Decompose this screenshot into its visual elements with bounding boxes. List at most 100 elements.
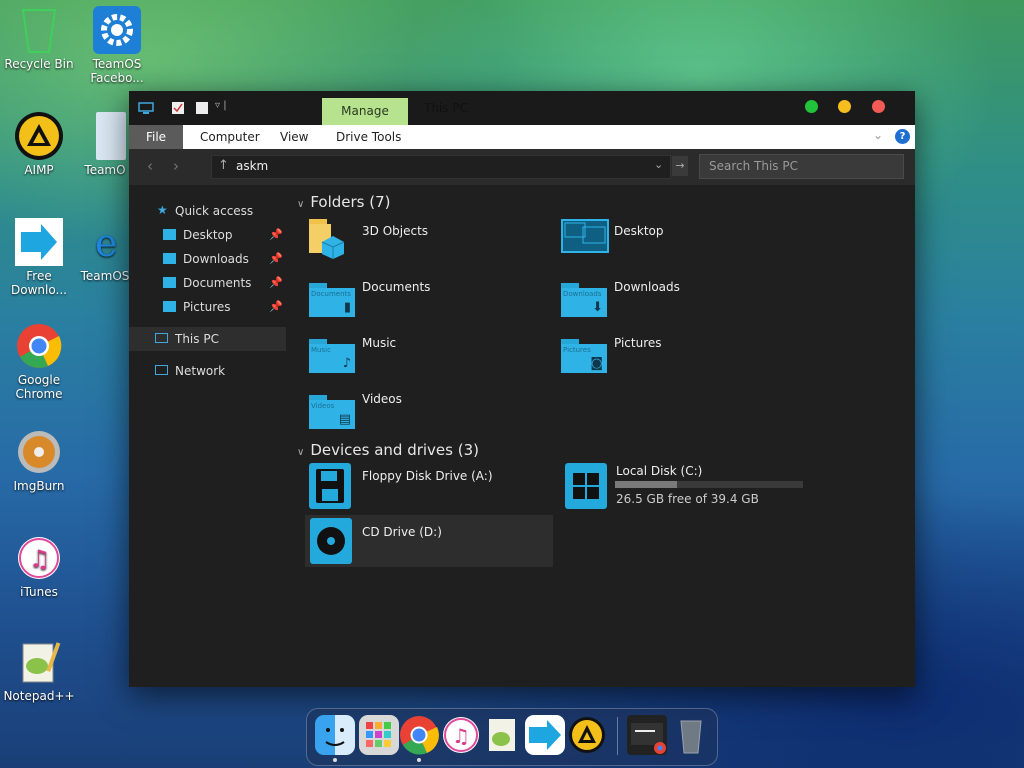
desktop-icon-teamo[interactable]: TeamO bbox=[78, 112, 132, 177]
drive-local-c[interactable]: Local Disk (C:) 26.5 GB free of 39.4 GB bbox=[561, 459, 841, 513]
tab-manage[interactable]: Manage bbox=[322, 98, 408, 125]
item-label: 3D Objects bbox=[362, 224, 429, 238]
customize-quick-access-icon[interactable]: ▿ | bbox=[215, 100, 227, 114]
search-field[interactable]: Search This PC bbox=[699, 154, 904, 179]
pin-icon[interactable]: 📌 bbox=[269, 300, 283, 313]
nav-item-pictures[interactable]: Pictures 📌 bbox=[129, 295, 287, 319]
drive-cd-d[interactable]: CD Drive (D:) bbox=[305, 515, 553, 567]
aimp-icon[interactable] bbox=[567, 715, 607, 755]
desktop-icon-itunes[interactable]: ♫ iTunes bbox=[0, 534, 78, 599]
launchpad-icon[interactable] bbox=[359, 715, 399, 755]
item-label: Downloads bbox=[614, 280, 680, 294]
desktop-icon-free-download[interactable]: Free Downlo... bbox=[0, 218, 78, 297]
nav-item-documents[interactable]: Documents 📌 bbox=[129, 271, 287, 295]
back-button[interactable]: ‹ bbox=[147, 157, 153, 175]
nav-label: This PC bbox=[175, 332, 219, 346]
computer-icon[interactable] bbox=[138, 101, 154, 115]
tab-drive-tools[interactable]: Drive Tools bbox=[332, 125, 405, 149]
film-glyph-icon: ▤ bbox=[338, 412, 351, 427]
drive-floppy-a[interactable]: Floppy Disk Drive (A:) bbox=[309, 459, 559, 513]
desktop-icon-notepad-plus-plus[interactable]: Notepad++ bbox=[0, 638, 78, 703]
desktop-icon-label: iTunes bbox=[20, 585, 58, 599]
group-title: Devices and drives (3) bbox=[310, 441, 479, 459]
navigation-pane: ★ Quick access Desktop 📌 Downloads 📌 Doc… bbox=[129, 185, 289, 687]
help-icon[interactable]: ? bbox=[895, 129, 910, 144]
cd-icon bbox=[310, 518, 352, 564]
finder-icon[interactable] bbox=[315, 715, 355, 755]
pin-icon[interactable]: 📌 bbox=[269, 228, 283, 241]
running-indicator bbox=[333, 758, 337, 762]
free-download-manager-icon bbox=[15, 218, 63, 266]
nav-item-this-pc[interactable]: This PC bbox=[129, 327, 286, 351]
itunes-icon: ♫ bbox=[15, 534, 63, 582]
music-note-glyph-icon: ♪ bbox=[342, 356, 351, 371]
drives-group-header[interactable]: ∨ Devices and drives (3) bbox=[297, 441, 479, 459]
videos-folder-icon: Videos ▤ bbox=[309, 395, 355, 429]
pin-icon[interactable]: 📌 bbox=[269, 252, 283, 265]
desktop-icon-label: AIMP bbox=[24, 163, 54, 177]
desktop-icon-google-chrome[interactable]: Google Chrome bbox=[0, 322, 78, 401]
gear-icon bbox=[93, 6, 141, 54]
close-button[interactable] bbox=[872, 100, 885, 113]
folder-pictures[interactable]: Pictures ◙ Pictures bbox=[561, 327, 811, 379]
tab-view[interactable]: View bbox=[276, 125, 312, 149]
desktop-icon-label: Notepad++ bbox=[3, 689, 75, 703]
camera-glyph-icon: ◙ bbox=[590, 356, 603, 371]
chrome-icon bbox=[15, 322, 63, 370]
itunes-icon[interactable]: ♫ bbox=[441, 715, 481, 755]
tab-computer[interactable]: Computer bbox=[196, 125, 264, 149]
nav-item-network[interactable]: Network bbox=[129, 359, 287, 383]
folder-downloads[interactable]: Downloads ⬇ Downloads bbox=[561, 271, 811, 323]
notepad-plus-plus-icon[interactable] bbox=[483, 715, 523, 755]
folder-documents[interactable]: Documents ▮ Documents bbox=[309, 271, 559, 323]
forward-button[interactable]: › bbox=[173, 157, 179, 175]
address-input[interactable]: askm bbox=[236, 159, 268, 173]
file-explorer-window: ▿ | Manage This PC File Computer View Dr… bbox=[129, 91, 915, 687]
folder-music[interactable]: Music ♪ Music bbox=[309, 327, 559, 379]
group-title: Folders (7) bbox=[310, 193, 391, 211]
chrome-window-thumbnail-icon[interactable] bbox=[627, 715, 667, 755]
folder-videos[interactable]: Videos ▤ Videos bbox=[309, 383, 559, 435]
address-bar[interactable]: ↑ askm ⌄ bbox=[211, 155, 671, 179]
document-glyph-icon: ▮ bbox=[343, 300, 351, 315]
nav-label: Quick access bbox=[175, 204, 254, 218]
go-arrow-icon[interactable]: → bbox=[672, 156, 688, 176]
document-icon bbox=[96, 112, 126, 160]
trash-icon[interactable] bbox=[671, 715, 711, 755]
folders-group-header[interactable]: ∨ Folders (7) bbox=[297, 193, 391, 211]
folder-tag: Music bbox=[311, 346, 331, 354]
item-label: Videos bbox=[362, 392, 402, 406]
star-icon: ★ bbox=[157, 203, 168, 217]
svg-text:♫: ♫ bbox=[29, 545, 51, 573]
folder-tag: Videos bbox=[311, 402, 335, 410]
minimize-button[interactable] bbox=[838, 100, 851, 113]
disk-usage-fill bbox=[615, 481, 678, 488]
properties-icon[interactable] bbox=[171, 101, 185, 115]
address-row: ‹ › ↑ askm ⌄ → Search This PC bbox=[129, 149, 915, 185]
tab-file[interactable]: File bbox=[129, 125, 183, 149]
maximize-button[interactable] bbox=[805, 100, 818, 113]
up-arrow-icon[interactable]: ↑ bbox=[218, 158, 229, 173]
address-dropdown-icon[interactable]: ⌄ bbox=[654, 158, 663, 171]
nav-item-desktop[interactable]: Desktop 📌 bbox=[129, 223, 287, 247]
new-folder-icon[interactable] bbox=[195, 101, 209, 115]
computer-icon bbox=[155, 333, 168, 343]
desktop-icon-recycle-bin[interactable]: Recycle Bin bbox=[0, 6, 78, 71]
running-indicator bbox=[417, 758, 421, 762]
downloads-folder-icon: Downloads ⬇ bbox=[561, 283, 607, 317]
nav-quick-access[interactable]: ★ Quick access bbox=[129, 199, 287, 223]
desktop-icon-label: Recycle Bin bbox=[4, 57, 74, 71]
desktop-icon-teamos-facebook[interactable]: TeamOS Facebo... bbox=[78, 6, 156, 85]
desktop-icon-imgburn[interactable]: ImgBurn bbox=[0, 428, 78, 493]
desktop-icon bbox=[163, 229, 176, 240]
folder-desktop[interactable]: Desktop bbox=[561, 215, 811, 267]
title-bar: ▿ | Manage This PC bbox=[129, 91, 915, 125]
folder-3d-objects[interactable]: 3D Objects bbox=[309, 215, 559, 267]
desktop-icon-teamos[interactable]: e TeamOS bbox=[78, 218, 132, 283]
free-download-manager-icon[interactable] bbox=[525, 715, 565, 755]
expand-ribbon-icon[interactable]: ⌄ bbox=[873, 128, 883, 142]
nav-item-downloads[interactable]: Downloads 📌 bbox=[129, 247, 287, 271]
pin-icon[interactable]: 📌 bbox=[269, 276, 283, 289]
desktop-icon-aimp[interactable]: AIMP bbox=[0, 112, 78, 177]
chrome-icon[interactable] bbox=[399, 715, 439, 755]
